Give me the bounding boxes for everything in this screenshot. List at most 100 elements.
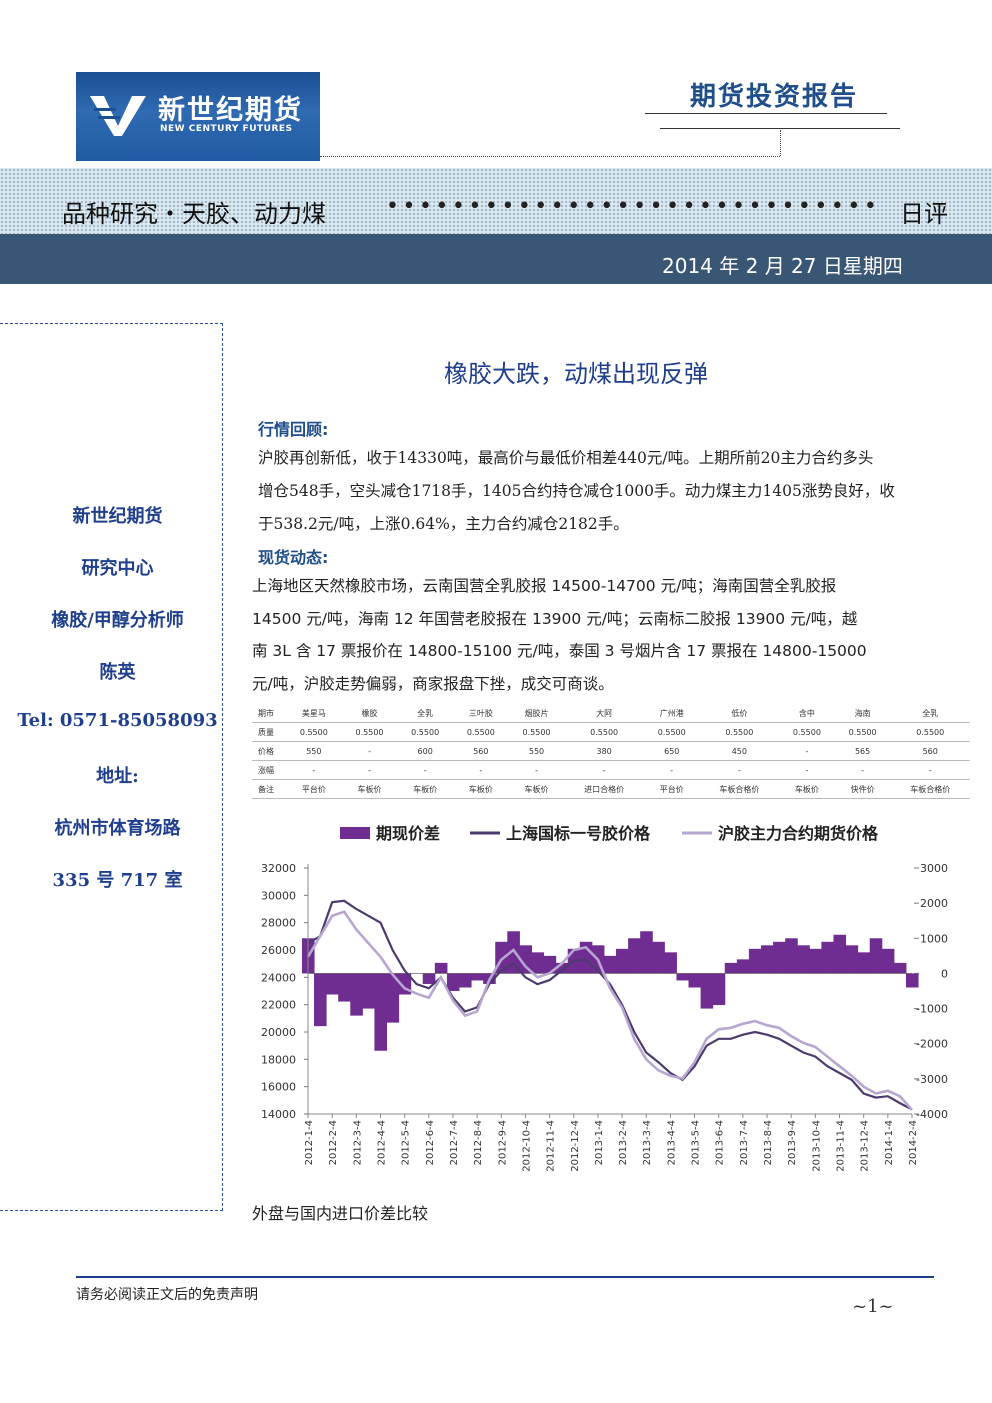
category-title: 品种研究・天胶、动力煤 xyxy=(62,200,326,228)
table-cell: 车板价 xyxy=(453,779,509,799)
spread-bar xyxy=(652,941,665,974)
table-cell: 全乳 xyxy=(397,704,454,723)
y-tick-label: 16000 xyxy=(261,1081,296,1094)
y2-tick-label: -1000 xyxy=(916,1003,948,1016)
x-tick-label: 2012-9-4 xyxy=(497,1120,508,1165)
table-cell: 0.5500 xyxy=(453,722,509,742)
sidebar-phone: Tel: 0571-85058093 xyxy=(17,710,218,731)
paragraph-line: 增仓548手，空头减仓1718手，1405合约持仓减仓1000手。动力煤主力14… xyxy=(258,482,895,500)
x-tick-label: 2013-1-4 xyxy=(594,1120,605,1165)
table-cell: 550 xyxy=(508,741,565,761)
sidebar-address-label: 地址: xyxy=(96,766,139,787)
table-cell: - xyxy=(341,760,398,780)
x-tick-label: 2012-10-4 xyxy=(521,1120,532,1172)
table-cell: 0.5500 xyxy=(890,722,970,742)
spot-price-table: 期市 美星马 橡胶 全乳 三叶胶 烟胶片 大阿 广州港 低价 含中 海南 全乳 质量 0.5500 0.55… xyxy=(252,704,970,799)
table-cell: 车板合格价 xyxy=(890,779,970,799)
spread-bar xyxy=(616,948,629,974)
y-tick-label: 26000 xyxy=(261,944,296,957)
market-review-text: 沪胶再创新低，收于14330吨，最高价与最低价相差440元/吨。上期所前20主力… xyxy=(258,442,938,541)
table-row: 涨幅 - - - - - - - - - - - xyxy=(252,760,970,780)
x-tick-label: 2014-2-4 xyxy=(908,1120,919,1165)
table-cell: 0.5500 xyxy=(564,722,644,742)
article-headline: 橡胶大跌，动煤出现反弹 xyxy=(444,360,708,388)
spread-bar xyxy=(785,938,798,974)
spread-bar xyxy=(761,945,774,974)
table-cell: 600 xyxy=(397,741,454,761)
spread-bar xyxy=(881,948,895,974)
page-number: ~1~ xyxy=(852,1296,894,1317)
category-dots: •••••••••••••••••••••••••••••• xyxy=(386,194,881,219)
spread-bar xyxy=(326,973,339,995)
table-cell: 550 xyxy=(286,741,342,761)
table-cell: - xyxy=(890,760,970,780)
x-tick-label: 2013-10-4 xyxy=(811,1120,822,1172)
header-rule xyxy=(660,128,900,129)
sidebar-company: 新世纪期货 xyxy=(72,506,163,527)
spread-bar xyxy=(350,973,363,1016)
x-tick-label: 2012-4-4 xyxy=(376,1120,387,1165)
spread-bar xyxy=(724,962,738,974)
logo-v-icon xyxy=(90,96,146,136)
spread-bar xyxy=(471,973,484,981)
y-tick-label: 20000 xyxy=(261,1026,296,1039)
report-date: 2014 年 2 月 27 日星期四 xyxy=(662,254,903,278)
table-cell: - xyxy=(779,741,835,761)
y2-tick-label: 2000 xyxy=(920,897,948,910)
spread-bar xyxy=(314,973,327,1027)
y-tick-label: 30000 xyxy=(261,889,296,902)
spread-bar xyxy=(374,973,388,1051)
legend-label: 沪胶主力合约期货价格 xyxy=(718,824,879,843)
table-cell: 全乳 xyxy=(890,704,970,723)
table-cell: 涨幅 xyxy=(252,760,286,780)
table-cell: 0.5500 xyxy=(508,722,565,742)
header-divider xyxy=(320,156,780,157)
legend-label: 上海国标一号胶价格 xyxy=(506,824,651,843)
spread-bar xyxy=(688,973,702,988)
y-tick-label: 24000 xyxy=(261,971,296,984)
x-tick-label: 2012-7-4 xyxy=(449,1120,460,1165)
x-tick-label: 2013-9-4 xyxy=(787,1120,798,1165)
x-tick-label: 2012-11-4 xyxy=(546,1120,557,1172)
spread-bar xyxy=(833,934,847,974)
table-cell: 车板价 xyxy=(508,779,565,799)
spread-bar xyxy=(748,948,762,974)
table-cell: - xyxy=(834,760,891,780)
spread-bar xyxy=(362,973,375,1009)
table-cell: 期市 xyxy=(252,704,286,723)
spread-bar xyxy=(434,962,448,974)
table-cell: 平台价 xyxy=(643,779,700,799)
spread-bar xyxy=(459,973,472,988)
spot-text: 上海地区天然橡胶市场，云南国营全乳胶报 14500-14700 元/吨；海南国营… xyxy=(252,570,942,700)
table-cell: 海南 xyxy=(834,704,891,723)
x-tick-label: 2013-12-4 xyxy=(860,1120,871,1172)
x-tick-label: 2012-6-4 xyxy=(425,1120,436,1165)
paragraph-line: 于538.2元/吨，上涨0.64%，主力合约减仓2182手。 xyxy=(258,515,629,533)
logo-en-text: NEW CENTURY FUTURES xyxy=(160,124,293,134)
table-cell: 0.5500 xyxy=(779,722,835,742)
table-cell: 快件价 xyxy=(834,779,891,799)
y-tick-label: 22000 xyxy=(261,999,296,1012)
report-type: 期货投资报告 xyxy=(690,82,859,112)
table-cell: 560 xyxy=(890,741,970,761)
table-cell: - xyxy=(397,760,454,780)
spread-bar xyxy=(700,973,714,1009)
x-tick-label: 2012-12-4 xyxy=(570,1120,581,1172)
spread-bar xyxy=(845,945,859,974)
x-tick-label: 2013-4-4 xyxy=(666,1120,677,1165)
x-tick-label: 2013-11-4 xyxy=(836,1120,847,1172)
table-cell: 三叶胶 xyxy=(453,704,509,723)
spread-bar xyxy=(809,948,822,974)
report-frequency: 日评 xyxy=(900,200,948,228)
y-tick-label: 18000 xyxy=(261,1053,296,1066)
spread-bar xyxy=(640,931,653,974)
table-cell: - xyxy=(643,760,700,780)
paragraph-line: 南 3L 含 17 票报价在 14800-15100 元/吨，泰国 3 号烟片含… xyxy=(252,642,867,660)
x-tick-label: 2013-8-4 xyxy=(763,1120,774,1165)
sidebar-address-line: 杭州市体育场路 xyxy=(54,818,181,839)
disclaimer-note: 请务必阅读正文后的免责声明 xyxy=(76,1287,258,1303)
spread-bar xyxy=(664,952,677,974)
spread-bar xyxy=(869,938,883,974)
table-row: 质量 0.5500 0.5500 0.5500 0.5500 0.5500 0.5500 0.… xyxy=(252,722,970,742)
table-cell: - xyxy=(453,760,509,780)
